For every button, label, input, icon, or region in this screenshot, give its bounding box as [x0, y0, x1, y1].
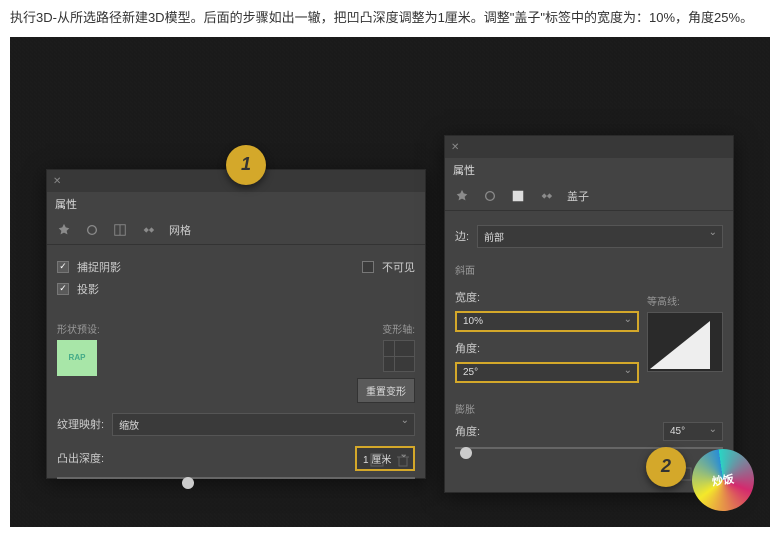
capture-shadow-checkbox[interactable]: ✓	[57, 261, 69, 273]
panel2-titlebar[interactable]: ✕	[445, 136, 733, 158]
edge-label: 边:	[455, 228, 469, 244]
cap-icon[interactable]	[511, 189, 525, 203]
star-icon[interactable]	[455, 189, 469, 203]
panel2-tabs: 盖子	[445, 182, 733, 211]
star-icon[interactable]	[57, 223, 71, 237]
tab-cap[interactable]: 盖子	[567, 188, 589, 204]
bevel-section: 斜面	[455, 262, 723, 277]
callout-badge-1: 1	[226, 145, 266, 185]
preset-thumbnail[interactable]: RAP	[57, 340, 97, 376]
reset-deform-button[interactable]: 重置变形	[357, 378, 415, 403]
width-input[interactable]: 10%	[455, 311, 639, 332]
trash-icon[interactable]	[395, 452, 411, 468]
invisible-checkbox[interactable]	[362, 261, 374, 273]
effects-icon[interactable]	[141, 223, 155, 237]
inflate-angle-input[interactable]: 45°	[663, 422, 723, 441]
properties-panel-1: ✕ 属性 网格 ✓ 捕捉阴影 不可见 ✓ 投影 形状预设: RAP 变形轴:	[46, 169, 426, 479]
extrude-depth-label: 凸出深度:	[57, 450, 104, 466]
properties-panel-2: ✕ 属性 盖子 边: 前部 斜面 宽度: 10% 角度: 25° 等高线: 膨胀	[444, 135, 734, 493]
panel1-tabs: 网格	[47, 216, 425, 245]
panel1-title: 属性	[47, 192, 425, 216]
texture-map-select[interactable]: 缩放	[112, 413, 415, 436]
capture-shadow-label: 捕捉阴影	[77, 259, 121, 275]
edge-select[interactable]: 前部	[477, 225, 723, 248]
close-icon[interactable]: ✕	[53, 176, 63, 186]
callout-badge-2: 2	[646, 447, 686, 487]
effects-icon[interactable]	[539, 189, 553, 203]
contour-preview[interactable]	[647, 312, 723, 372]
render-icon[interactable]	[369, 452, 385, 468]
invisible-label: 不可见	[382, 259, 415, 275]
adjust-icon[interactable]	[85, 223, 99, 237]
texture-map-label: 纹理映射:	[57, 416, 104, 432]
width-label: 宽度:	[455, 289, 480, 305]
workspace: ✕ 属性 网格 ✓ 捕捉阴影 不可见 ✓ 投影 形状预设: RAP 变形轴:	[10, 37, 770, 527]
panel2-title: 属性	[445, 158, 733, 182]
projection-label: 投影	[77, 281, 99, 297]
angle-input[interactable]: 25°	[455, 362, 639, 383]
inflate-section: 膨胀	[455, 401, 723, 416]
adjust-icon[interactable]	[483, 189, 497, 203]
deform-axis-grid[interactable]	[383, 340, 415, 372]
close-icon[interactable]: ✕	[451, 142, 461, 152]
deform-axis-label: 变形轴:	[357, 321, 415, 336]
inflate-angle-label: 角度:	[455, 423, 480, 439]
instruction-text: 执行3D-从所选路径新建3D模型。后面的步骤如出一辙，把凹凸深度调整为1厘米。调…	[0, 0, 780, 37]
panel2-body: 边: 前部 斜面 宽度: 10% 角度: 25° 等高线: 膨胀 角度: 45°	[445, 211, 733, 473]
contour-label: 等高线:	[647, 293, 723, 308]
extrude-depth-slider[interactable]	[57, 477, 415, 491]
tab-mesh[interactable]: 网格	[169, 222, 191, 238]
angle-label: 角度:	[455, 340, 480, 356]
shape-preset-label: 形状预设:	[57, 321, 349, 336]
projection-checkbox[interactable]: ✓	[57, 283, 69, 295]
mesh-icon[interactable]	[113, 223, 127, 237]
